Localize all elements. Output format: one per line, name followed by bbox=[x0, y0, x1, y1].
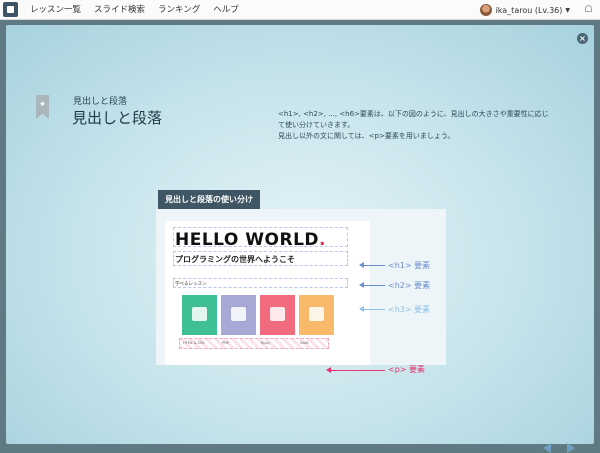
card-label: Ruby bbox=[261, 341, 270, 345]
card-label: PHP bbox=[222, 341, 229, 345]
slide-category: 見出しと段落 bbox=[73, 97, 128, 107]
user-name: ika_tarou (Lv.36) bbox=[495, 5, 563, 15]
hello-world-heading: HELLO WORLD. bbox=[175, 230, 326, 250]
bookmark-icon: ★ bbox=[36, 95, 49, 119]
main-nav: レッスン一覧 スライド検索 ランキング ヘルプ bbox=[30, 0, 252, 20]
h2-annotation: <h2> 要素 bbox=[388, 281, 431, 290]
nav-slide-search[interactable]: スライド検索 bbox=[94, 0, 145, 20]
nav-lesson-list[interactable]: レッスン一覧 bbox=[30, 0, 81, 20]
h1-arrow-line bbox=[363, 265, 385, 266]
php-icon bbox=[231, 307, 246, 321]
mock-web-page: HELLO WORLD. プログラミングの世界へようこそ 学べるレッスン HTM… bbox=[165, 221, 370, 365]
h2-arrow-line bbox=[363, 285, 385, 286]
hello-world-text: HELLO WORLD bbox=[175, 230, 320, 250]
figure-label: 見出しと段落の使い分け bbox=[158, 190, 260, 209]
ruby-icon bbox=[270, 307, 285, 321]
home-logo-icon[interactable] bbox=[3, 2, 18, 17]
p-arrow-line bbox=[330, 370, 385, 371]
description-line: <h1>, <h2>, ..., <h6>要素は、以下の図のように、見出しの大き… bbox=[278, 110, 549, 118]
card-label: Swift bbox=[300, 341, 309, 345]
chevron-down-icon: ▼ bbox=[565, 6, 570, 14]
h3-annotation: <h3> 要素 bbox=[388, 305, 431, 314]
bell-icon[interactable] bbox=[585, 5, 592, 12]
lesson-card-ruby bbox=[260, 295, 295, 335]
close-button[interactable]: × bbox=[577, 33, 588, 44]
description-line: て使い分けていきます。 bbox=[278, 121, 355, 129]
top-nav-bar: レッスン一覧 スライド検索 ランキング ヘルプ ika_tarou (Lv.36… bbox=[0, 0, 600, 20]
star-icon: ★ bbox=[39, 100, 46, 108]
slide-title: 見出しと段落 bbox=[72, 109, 163, 127]
h1-annotation: <h1> 要素 bbox=[388, 261, 431, 270]
slide-panel: × ★ 見出しと段落 見出しと段落 <h1>, <h2>, ..., <h6>要… bbox=[6, 25, 594, 453]
slide-description: <h1>, <h2>, ..., <h6>要素は、以下の図のように、見出しの大き… bbox=[278, 109, 578, 142]
swift-icon bbox=[309, 307, 324, 321]
nav-help[interactable]: ヘルプ bbox=[213, 0, 239, 20]
nav-ranking[interactable]: ランキング bbox=[158, 0, 200, 20]
h3-arrow-line bbox=[363, 309, 385, 310]
card-label: HTML & CSS bbox=[183, 341, 205, 345]
description-line: 見出し以外の文に関しては、<p>要素を用いましょう。 bbox=[278, 132, 455, 140]
lesson-card-php bbox=[221, 295, 256, 335]
avatar bbox=[479, 4, 492, 16]
previous-slide-button[interactable] bbox=[543, 443, 551, 453]
p-annotation: <p> 要素 bbox=[388, 365, 426, 374]
user-menu[interactable]: ika_tarou (Lv.36) ▼ bbox=[479, 0, 570, 20]
next-slide-button[interactable] bbox=[567, 443, 575, 453]
hello-world-dot: . bbox=[319, 230, 326, 250]
h2-sample-text: プログラミングの世界へようこそ bbox=[175, 255, 295, 264]
lesson-card-swift bbox=[299, 295, 334, 335]
h3-sample-text: 学べるレッスン bbox=[175, 282, 207, 287]
lesson-card-html bbox=[182, 295, 217, 335]
html-icon bbox=[192, 307, 207, 321]
figure-illustration: HELLO WORLD. プログラミングの世界へようこそ 学べるレッスン HTM… bbox=[156, 209, 446, 374]
